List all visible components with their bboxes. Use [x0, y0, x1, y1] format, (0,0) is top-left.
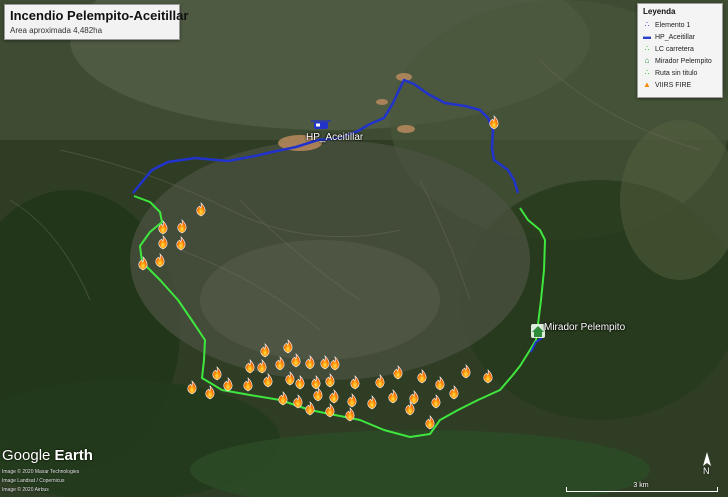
- credit-line: Image © 2020 Airbus: [2, 487, 49, 493]
- mirador-label: Mirador Pelempito: [544, 322, 626, 333]
- legend-item-hp-aceitillar[interactable]: ▬ HP_Aceitillar: [642, 31, 695, 42]
- map-subtitle: Area aproximada 4,482ha: [10, 26, 103, 35]
- legend-panel: Leyenda ∴ Elemento 1 ▬ HP_Aceitillar ∴ LC c…: [637, 3, 723, 98]
- scale-label: 3 km: [633, 482, 649, 489]
- path-green-icon: ∴: [644, 44, 650, 53]
- path-blue-icon: ∴: [644, 20, 650, 29]
- helipad-icon: ▬: [643, 32, 651, 41]
- legend-item-viirs-fire[interactable]: ▲ VIIRS FIRE: [642, 79, 691, 90]
- house-icon[interactable]: [531, 324, 545, 338]
- scale-bar: 3 km: [566, 482, 718, 493]
- house-icon: ⌂: [644, 56, 650, 65]
- satellite-map[interactable]: [0, 0, 728, 497]
- legend-item-ruta[interactable]: ∴ Ruta sin titulo: [642, 67, 697, 78]
- map-title: Incendio Pelempito-Aceitillar: [10, 8, 189, 23]
- legend-title: Leyenda: [643, 7, 676, 16]
- map-title-box: Incendio Pelempito-Aceitillar Area aprox…: [4, 4, 188, 40]
- legend-item-lc-carretera[interactable]: ∴ LC carretera: [642, 43, 693, 54]
- legend-item-mirador[interactable]: ⌂ Mirador Pelempito: [642, 55, 712, 66]
- helipad-label: HP_Aceitillar: [306, 132, 364, 143]
- path-green-icon: ∴: [644, 68, 650, 77]
- credit-line: Image Landsat / Copernicus: [2, 478, 65, 484]
- fire-icon: ▲: [643, 80, 651, 89]
- credit-line: Image © 2020 Maxar Technologies: [2, 469, 80, 475]
- google-earth-logo: Google Earth: [2, 447, 93, 464]
- legend-item-elemento-1[interactable]: ∴ Elemento 1: [642, 19, 690, 30]
- north-arrow-icon: N: [700, 452, 714, 480]
